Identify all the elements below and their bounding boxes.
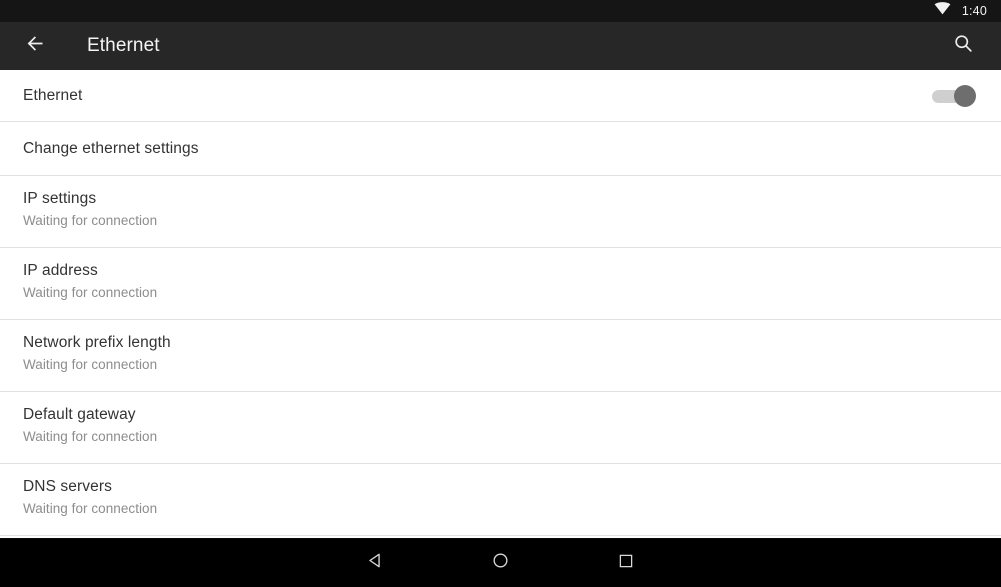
list-item-title: Ethernet	[23, 86, 83, 104]
list-item-text-block: IP address Waiting for connection	[23, 261, 981, 302]
nav-recents-square-icon	[617, 552, 635, 575]
settings-list: Ethernet Change ethernet settings IP set…	[0, 70, 1001, 538]
list-item-text-block: Ethernet	[23, 86, 932, 106]
list-item-summary: Waiting for connection	[23, 501, 158, 516]
status-bar: 1:40	[0, 0, 1001, 22]
list-item-summary: Waiting for connection	[23, 213, 158, 228]
nav-back-triangle-icon	[366, 551, 385, 575]
android-settings-screen: 1:40 Ethernet Ethernet Change ethernet s…	[0, 0, 1001, 587]
list-item-summary: Waiting for connection	[23, 429, 158, 444]
toggle-thumb	[954, 84, 976, 107]
page-title: Ethernet	[87, 35, 160, 56]
list-item-title: IP address	[23, 262, 98, 279]
back-arrow-icon	[25, 33, 46, 59]
back-button[interactable]	[18, 29, 52, 63]
nav-home-circle-icon	[491, 551, 510, 575]
nav-recents-button[interactable]	[563, 539, 688, 587]
wifi-signal-icon	[934, 2, 951, 20]
search-icon	[953, 33, 974, 59]
list-item-title: IP settings	[23, 190, 97, 207]
list-item-text-block: DNS servers Waiting for connection	[23, 477, 981, 518]
list-item-summary: Waiting for connection	[23, 285, 158, 300]
search-button[interactable]	[945, 28, 981, 64]
ethernet-toggle-switch[interactable]	[932, 84, 976, 107]
list-item-summary: Waiting for connection	[23, 357, 158, 372]
list-item-dns-servers[interactable]: DNS servers Waiting for connection	[0, 464, 1001, 536]
list-item-ip-settings[interactable]: IP settings Waiting for connection	[0, 176, 1001, 248]
list-item-change-ethernet-settings[interactable]: Change ethernet settings	[0, 122, 1001, 176]
navigation-bar	[0, 538, 1001, 587]
nav-back-button[interactable]	[313, 539, 438, 587]
list-item-title: Change ethernet settings	[23, 139, 199, 157]
list-item-default-gateway[interactable]: Default gateway Waiting for connection	[0, 392, 1001, 464]
list-item-title: DNS servers	[23, 478, 112, 495]
app-bar: Ethernet	[0, 22, 1001, 70]
list-item-title: Default gateway	[23, 406, 136, 423]
list-item-ip-address[interactable]: IP address Waiting for connection	[0, 248, 1001, 320]
list-item-network-prefix-length[interactable]: Network prefix length Waiting for connec…	[0, 320, 1001, 392]
list-item-text-block: IP settings Waiting for connection	[23, 189, 981, 230]
status-bar-clock: 1:40	[961, 4, 987, 18]
status-bar-right-cluster: 1:40	[934, 2, 987, 20]
list-item-text-block: Network prefix length Waiting for connec…	[23, 333, 981, 374]
nav-home-button[interactable]	[438, 539, 563, 587]
list-item-ethernet-toggle[interactable]: Ethernet	[0, 70, 1001, 122]
list-item-text-block: Default gateway Waiting for connection	[23, 405, 981, 446]
list-item-title: Network prefix length	[23, 334, 171, 351]
list-item-text-block: Change ethernet settings	[23, 139, 981, 159]
